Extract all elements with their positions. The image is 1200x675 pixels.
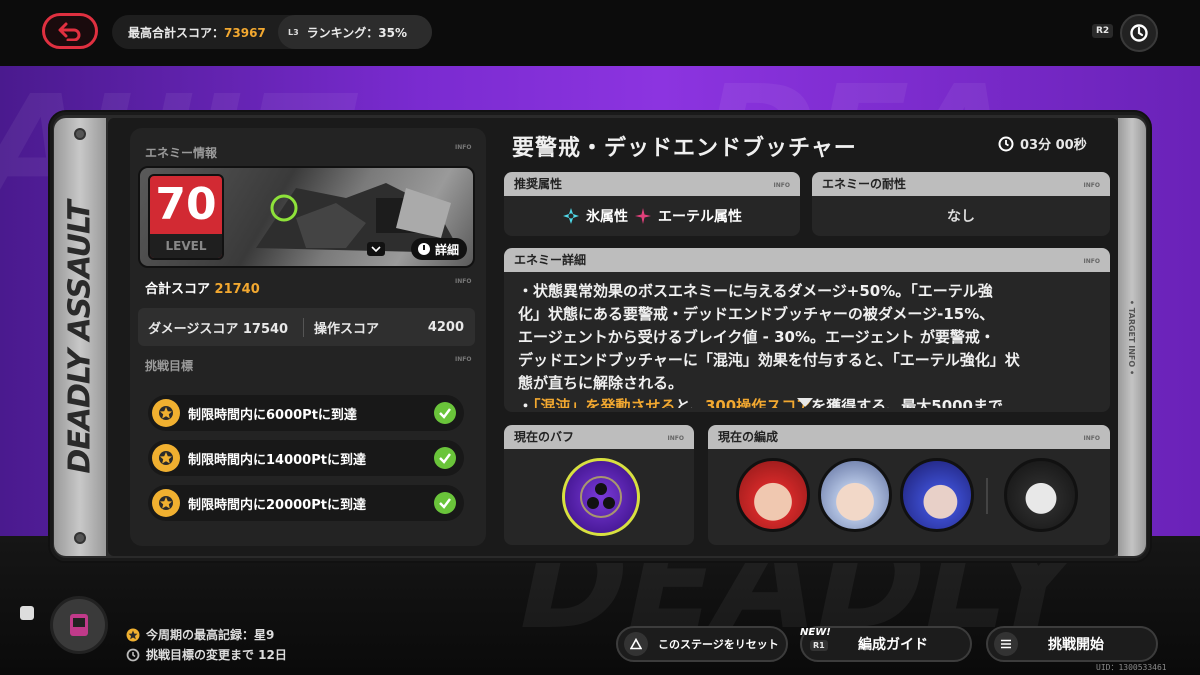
reset-stage-button[interactable]: このステージをリセット <box>616 626 788 662</box>
goal-change-row: 挑戦目標の変更まで 12日 <box>126 646 287 663</box>
goal-item: 制限時間内に20000Ptに到達 <box>148 485 464 521</box>
menu-button-icon <box>994 632 1018 656</box>
agent-avatar-blue-hair[interactable] <box>900 458 974 532</box>
best-total-score: 最高合計スコア：73967 <box>128 25 266 40</box>
operation-score-value: 4200 <box>427 319 464 335</box>
back-arrow-icon <box>58 22 81 41</box>
goal-item: 制限時間内に14000Ptに到達 <box>148 440 464 476</box>
right-rail: • TARGET INFO • <box>1118 118 1146 556</box>
user-id: UID：1300533461 <box>1096 663 1167 672</box>
resistance-body: なし <box>812 196 1110 236</box>
detail-button[interactable]: 詳細 <box>410 238 467 260</box>
enemy-details-header: エネミー詳細 INFO <box>504 248 1110 272</box>
info-tag: INFO <box>455 144 472 151</box>
ranking-segment[interactable]: L3 ランキング：35% <box>278 15 432 49</box>
rail-title: DEADLY ASSAULT <box>62 200 98 474</box>
level-badge: 70 LEVEL <box>148 174 224 260</box>
back-button[interactable] <box>42 13 98 49</box>
check-icon <box>434 402 456 424</box>
score-summary-pill: 最高合計スコア：73967 L3 ランキング：35% <box>112 15 432 49</box>
clock-button[interactable] <box>1120 14 1158 52</box>
clock-icon <box>126 648 140 661</box>
damage-score: ダメージスコア 17540 <box>138 317 304 337</box>
expand-icon[interactable] <box>367 242 385 256</box>
resistance-value: なし <box>947 209 975 225</box>
operation-score-label: 操作スコア <box>314 321 380 337</box>
l3-button-hint: L3 <box>288 27 299 37</box>
buff-icon[interactable] <box>562 458 640 536</box>
agent-avatar-silver-hair[interactable] <box>818 458 892 532</box>
info-tag: INFO <box>455 278 472 285</box>
left-rail: DEADLY ASSAULT <box>54 118 106 556</box>
ice-attribute-icon <box>563 208 579 224</box>
star-medal-icon <box>152 489 180 517</box>
agent-avatar-red-hair[interactable] <box>736 458 810 532</box>
recommended-attributes: 氷属性 エーテル属性 <box>504 196 800 236</box>
check-icon <box>434 447 456 469</box>
rail-subtitle: • TARGET INFO • <box>1127 299 1137 375</box>
total-score-value: 21740 <box>214 282 260 297</box>
new-badge: NEW! <box>800 627 831 638</box>
clock-icon <box>1130 24 1148 42</box>
ranking-label: ランキング：35% <box>306 25 408 40</box>
r1-button-hint: R1 <box>810 640 828 651</box>
enemy-name: 要警戒・デッドエンドブッチャー <box>512 136 857 161</box>
device-badge-icon[interactable] <box>50 596 108 654</box>
enemy-portrait: 70 LEVEL 詳細 <box>138 166 475 268</box>
star-medal-icon <box>126 628 140 641</box>
r2-button-hint: R2 <box>1092 24 1114 38</box>
info-tag: INFO <box>455 356 472 363</box>
level-label: LEVEL <box>150 234 222 258</box>
bangboo-avatar[interactable] <box>1004 458 1078 532</box>
check-icon <box>434 492 456 514</box>
star-medal-icon <box>152 444 180 472</box>
detail-icon <box>417 243 430 255</box>
level-value: 70 <box>155 179 217 230</box>
buff-header: 現在のバフ INFO <box>504 425 694 449</box>
triangle-button-icon <box>624 632 648 656</box>
team-divider <box>986 478 988 514</box>
timer-icon <box>998 136 1014 151</box>
goal-item: 制限時間内に6000Ptに到達 <box>148 395 464 431</box>
start-challenge-button[interactable]: 挑戦開始 <box>986 626 1158 662</box>
best-record-row: 今周期の最高記録：星9 <box>126 626 274 643</box>
ether-attribute-icon <box>635 208 651 224</box>
total-score: 合計スコア 21740 <box>145 282 260 297</box>
resistance-header: エネミーの耐性 INFO <box>812 172 1110 196</box>
recommended-header: 推奨属性 INFO <box>504 172 800 196</box>
best-total-value: 73967 <box>224 25 266 40</box>
team-header: 現在の編成 INFO <box>708 425 1110 449</box>
enemy-info-title: エネミー情報 <box>145 146 218 160</box>
star-medal-icon <box>152 399 180 427</box>
scroll-down-icon[interactable] <box>797 398 813 407</box>
enemy-details-body[interactable]: ・状態異常効果のボスエネミーに与えるダメージ+50%。「エーテル強 化」状態にあ… <box>504 272 1110 412</box>
score-breakdown: ダメージスコア 17540 操作スコア 4200 <box>138 308 475 346</box>
square-button-hint <box>20 606 34 620</box>
goals-title: 挑戦目標 <box>145 359 194 373</box>
time-limit: 03分 00秒 <box>998 134 1087 153</box>
